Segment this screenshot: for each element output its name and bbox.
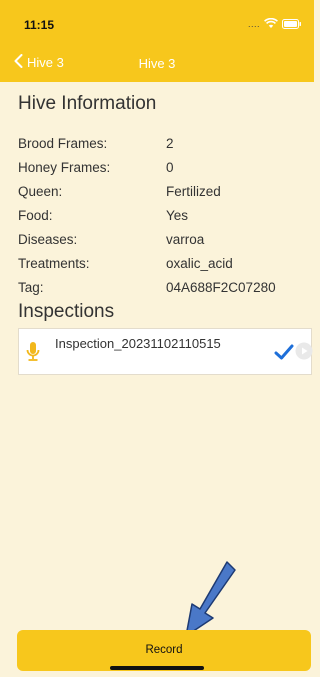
info-value: oxalic_acid [166,256,233,271]
info-value: 0 [166,160,174,175]
navigation-bar: Hive 3 Hive 3 [0,50,314,78]
battery-icon [282,18,302,29]
info-row-brood-frames: Brood Frames: 2 [18,136,308,156]
info-label: Honey Frames: [18,160,111,175]
info-label: Queen: [18,184,63,199]
info-label: Brood Frames: [18,136,108,151]
home-indicator [110,666,204,670]
header-bar: 11:15 .... Hive 3 Hive 3 [0,0,314,82]
signal-indicator: .... [247,18,260,29]
info-row-diseases: Diseases: varroa [18,232,308,252]
info-label: Food: [18,208,53,223]
annotation-arrow [185,561,236,637]
checkmark-icon [274,343,294,366]
info-label: Treatments: [18,256,90,271]
play-icon[interactable] [295,342,313,365]
record-button[interactable]: Record [17,630,311,671]
status-time: 11:15 [24,18,55,32]
info-value: Yes [166,208,189,223]
nav-title: Hive 3 [138,56,176,71]
info-row-honey-frames: Honey Frames: 0 [18,160,308,180]
inspection-list-item[interactable]: Inspection_20231102110515 [18,328,313,375]
status-bar: 11:15 .... [0,0,314,44]
info-label: Tag: [18,280,44,295]
hive-information-title: Hive Information [18,93,157,114]
wifi-icon [264,18,278,29]
info-label: Diseases: [18,232,78,247]
info-row-queen: Queen: Fertilized [18,184,308,204]
info-row-tag: Tag: 04A688F2C07280 [18,280,308,300]
info-row-food: Food: Yes [18,208,308,228]
info-value: 2 [166,136,174,151]
info-value: varroa [166,232,205,247]
inspections-title: Inspections [18,301,115,322]
info-value: Fertilized [166,184,221,199]
microphone-icon [25,341,41,368]
info-value: 04A688F2C07280 [166,280,276,295]
status-icons: .... [248,18,302,29]
inspection-name: Inspection_20231102110515 [55,336,221,351]
info-row-treatments: Treatments: oxalic_acid [18,256,308,276]
